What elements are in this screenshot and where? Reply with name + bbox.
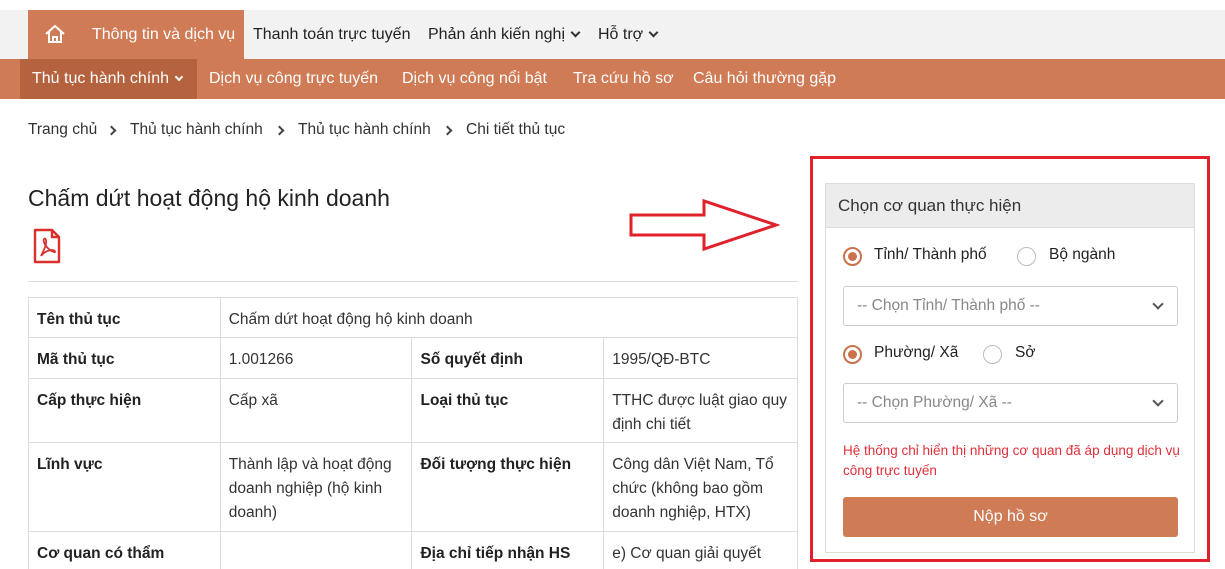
procedure-info-table: Tên thủ tục Chấm dứt hoạt động hộ kinh d… — [28, 297, 799, 569]
table-cell-value: Thành lập và hoạt động doanh nghiệp (hộ … — [219, 442, 413, 532]
table-row: Lĩnh vực Thành lập và hoạt động doanh ng… — [28, 442, 798, 532]
sub-nav-label: Thủ tục hành chính — [32, 70, 169, 87]
table-cell-label: Địa chỉ tiếp nhận HS — [411, 531, 605, 569]
table-cell-value — [219, 531, 413, 569]
sub-nav-item-faq[interactable]: Câu hỏi thường gặp — [693, 59, 836, 99]
submit-button[interactable]: Nộp hồ sơ — [843, 497, 1178, 537]
chevron-down-icon — [1152, 298, 1164, 310]
home-icon[interactable] — [44, 24, 66, 44]
table-cell-label: Đối tượng thực hiện — [411, 442, 605, 532]
agency-select-panel: Chọn cơ quan thực hiện Tỉnh/ Thành phố B… — [825, 183, 1195, 553]
table-cell-label: Tên thủ tục — [28, 297, 221, 338]
arrow-right-icon — [629, 198, 780, 252]
sub-nav-item-online-services[interactable]: Dịch vụ công trực tuyến — [209, 59, 378, 99]
sub-navbar: Thủ tục hành chính Dịch vụ công trực tuy… — [0, 59, 1225, 99]
panel-note: Hệ thống chỉ hiển thị những cơ quan đã á… — [843, 443, 1180, 478]
top-navbar: Thông tin và dịch vụ Thanh toán trực tuy… — [0, 0, 1225, 59]
sub-nav-item-record-lookup[interactable]: Tra cứu hồ sơ — [573, 59, 674, 99]
table-cell-value: Chấm dứt hoạt động hộ kinh doanh — [219, 297, 799, 338]
top-nav-label: Thanh toán trực tuyến — [253, 26, 411, 43]
top-nav-label: Thông tin và dịch vụ — [92, 26, 236, 43]
sub-nav-label: Dịch vụ công trực tuyến — [209, 70, 379, 87]
breadcrumb-link-procedures[interactable]: Thủ tục hành chính — [130, 121, 263, 139]
top-nav-item-online-payment[interactable]: Thanh toán trực tuyến — [253, 10, 410, 59]
top-nav-item-support[interactable]: Hỗ trợ — [598, 10, 659, 59]
radio-department-label[interactable]: Sở — [1015, 344, 1036, 362]
panel-title: Chọn cơ quan thực hiện — [838, 196, 1022, 215]
top-nav-item-info-services[interactable]: Thông tin và dịch vụ — [28, 10, 244, 59]
chevron-down-icon — [174, 72, 184, 82]
ward-select-placeholder: -- Chọn Phường/ Xã -- — [857, 394, 1012, 411]
radio-ward-label[interactable]: Phường/ Xã — [874, 344, 958, 362]
table-cell-label: Loại thủ tục — [411, 378, 605, 443]
chevron-right-icon — [274, 125, 285, 136]
top-nav-item-feedback[interactable]: Phản ánh kiến nghị — [428, 10, 581, 59]
table-cell-label: Số quyết định — [411, 337, 605, 379]
table-cell-value: Cấp xã — [219, 378, 413, 443]
table-row: Cơ quan có thẩm quyền Địa chỉ tiếp nhận … — [28, 531, 798, 569]
table-cell-value: 1.001266 — [219, 337, 413, 379]
page-title: Chấm dứt hoạt động hộ kinh doanh — [28, 185, 390, 211]
chevron-right-icon — [106, 125, 117, 136]
breadcrumb-link-procedures-2[interactable]: Thủ tục hành chính — [298, 121, 431, 139]
title-divider — [28, 281, 798, 282]
table-row: Tên thủ tục Chấm dứt hoạt động hộ kinh d… — [28, 297, 799, 338]
radio-ward[interactable] — [843, 345, 862, 364]
table-cell-label: Cấp thực hiện — [28, 378, 221, 443]
radio-province[interactable] — [843, 247, 862, 266]
table-cell-label: Lĩnh vực — [28, 442, 221, 532]
table-cell-value: Công dân Việt Nam, Tổ chức (không bao gồ… — [603, 442, 798, 532]
sub-nav-label: Dịch vụ công nổi bật — [402, 70, 547, 87]
table-cell-value: e) Cơ quan giải quyết — [603, 531, 798, 569]
breadcrumb-current: Chi tiết thủ tục — [466, 121, 566, 138]
radio-department[interactable] — [983, 345, 1002, 364]
table-cell-value: 1995/QĐ-BTC — [603, 337, 798, 379]
radio-ministry-label[interactable]: Bộ ngành — [1049, 246, 1115, 264]
pdf-icon[interactable] — [33, 228, 61, 264]
radio-province-label[interactable]: Tỉnh/ Thành phố — [874, 246, 987, 264]
top-nav-label: Hỗ trợ — [598, 26, 644, 43]
table-cell-label: Mã thủ tục — [28, 337, 221, 379]
ward-select[interactable]: -- Chọn Phường/ Xã -- — [843, 383, 1178, 423]
sub-nav-item-featured-services[interactable]: Dịch vụ công nổi bật — [402, 59, 547, 99]
province-select[interactable]: -- Chọn Tỉnh/ Thành phố -- — [843, 286, 1178, 326]
breadcrumb-link-home[interactable]: Trang chủ — [28, 121, 97, 139]
sub-nav-label: Câu hỏi thường gặp — [693, 70, 837, 87]
chevron-down-icon — [1152, 395, 1164, 407]
chevron-down-icon — [648, 27, 659, 38]
panel-header: Chọn cơ quan thực hiện — [826, 184, 1194, 228]
table-cell-value: TTHC được luật giao quy định chi tiết — [603, 378, 798, 443]
table-row: Cấp thực hiện Cấp xã Loại thủ tục TTHC đ… — [28, 378, 798, 443]
sub-nav-label: Tra cứu hồ sơ — [573, 70, 674, 87]
top-strip — [0, 0, 1225, 10]
chevron-right-icon — [442, 125, 453, 136]
top-nav-label: Phản ánh kiến nghị — [428, 26, 565, 43]
province-select-placeholder: -- Chọn Tỉnh/ Thành phố -- — [857, 297, 1040, 314]
table-cell-label: Cơ quan có thẩm quyền — [28, 531, 221, 569]
chevron-down-icon — [570, 27, 581, 38]
table-row: Mã thủ tục 1.001266 Số quyết định 1995/Q… — [28, 337, 798, 379]
sub-nav-item-admin-procedures[interactable]: Thủ tục hành chính — [20, 59, 197, 99]
radio-ministry[interactable] — [1017, 247, 1036, 266]
